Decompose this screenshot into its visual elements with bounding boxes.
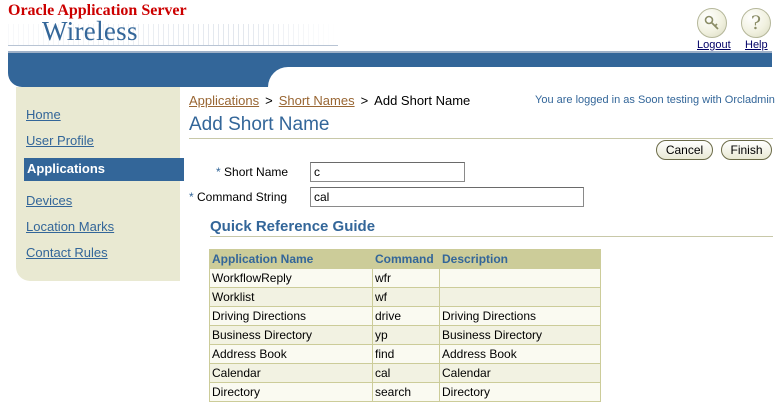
column-header-command: Command [372, 249, 440, 269]
cell-command: search [372, 382, 440, 402]
cell-command: cal [372, 363, 440, 383]
short-name-label-group: * Short Name [216, 165, 288, 179]
table-row: Address Book find Address Book [209, 344, 601, 364]
cell-application-name: WorkflowReply [209, 268, 373, 288]
key-icon[interactable] [697, 8, 727, 38]
header-bar [8, 53, 268, 87]
table-row: Business Directory yp Business Directory [209, 325, 601, 345]
sidebar-item-home[interactable]: Home [26, 107, 61, 122]
breadcrumb-applications[interactable]: Applications [189, 93, 259, 108]
breadcrumb-short-names[interactable]: Short Names [279, 93, 355, 108]
table-header-row: Application Name Command Description [209, 249, 601, 269]
sidebar: Home User Profile Applications Devices L… [16, 87, 184, 281]
cell-application-name: Driving Directions [209, 306, 373, 326]
command-string-label-group: * Command String [189, 190, 287, 204]
required-marker: * [216, 165, 221, 179]
cell-command: wf [372, 287, 440, 307]
brand-product-title: Wireless [42, 16, 138, 46]
cancel-button[interactable]: Cancel [656, 140, 713, 160]
cell-description [439, 287, 601, 307]
required-marker: * [189, 190, 194, 204]
table-row: Directory search Directory [209, 382, 601, 402]
table-row: WorkflowReply wfr [209, 268, 601, 288]
title-divider [189, 138, 773, 139]
help-global-button[interactable]: ? [741, 8, 771, 38]
cell-application-name: Worklist [209, 287, 373, 307]
column-header-application-name: Application Name [209, 249, 373, 269]
finish-button[interactable]: Finish [721, 140, 772, 160]
sidebar-item-devices[interactable]: Devices [26, 193, 72, 208]
cell-description: Business Directory [439, 325, 601, 345]
cell-description: Driving Directions [439, 306, 601, 326]
command-string-label: Command String [197, 190, 288, 204]
breadcrumb-current: Add Short Name [374, 93, 471, 108]
sidebar-item-user-profile[interactable]: User Profile [26, 133, 94, 148]
table-row: Driving Directions drive Driving Directi… [209, 306, 601, 326]
header-bar-extension [268, 53, 772, 67]
quick-reference-divider [210, 236, 773, 237]
short-name-input[interactable] [310, 162, 465, 182]
logout-global-button[interactable] [697, 8, 727, 38]
column-header-description: Description [439, 249, 601, 269]
cell-application-name: Business Directory [209, 325, 373, 345]
cell-command: yp [372, 325, 440, 345]
cell-application-name: Directory [209, 382, 373, 402]
cell-description [439, 268, 601, 288]
breadcrumb-separator: > [360, 93, 369, 108]
table-row: Calendar cal Calendar [209, 363, 601, 383]
cell-description: Address Book [439, 344, 601, 364]
question-mark-icon[interactable]: ? [741, 8, 771, 38]
page-title: Add Short Name [189, 114, 330, 135]
cell-description: Directory [439, 382, 601, 402]
logout-link[interactable]: Logout [697, 39, 731, 51]
cell-command: wfr [372, 268, 440, 288]
sidebar-item-label: Applications [27, 161, 106, 176]
sidebar-item-location-marks[interactable]: Location Marks [26, 219, 114, 234]
short-name-label: Short Name [224, 165, 289, 179]
cell-application-name: Address Book [209, 344, 373, 364]
breadcrumb: Applications > Short Names > Add Short Name [189, 93, 470, 108]
sidebar-item-applications[interactable]: Applications [24, 158, 184, 181]
help-link[interactable]: Help [745, 39, 768, 51]
cell-application-name: Calendar [209, 363, 373, 383]
command-string-input[interactable] [310, 187, 584, 207]
cell-description: Calendar [439, 363, 601, 383]
login-status: You are logged in as Soon testing with O… [535, 94, 775, 106]
breadcrumb-separator: > [265, 93, 273, 108]
cell-command: find [372, 344, 440, 364]
quick-reference-table: Application Name Command Description Wor… [209, 249, 601, 402]
quick-reference-title: Quick Reference Guide [210, 218, 376, 235]
table-row: Worklist wf [209, 287, 601, 307]
cell-command: drive [372, 306, 440, 326]
sidebar-item-contact-rules[interactable]: Contact Rules [26, 245, 108, 260]
